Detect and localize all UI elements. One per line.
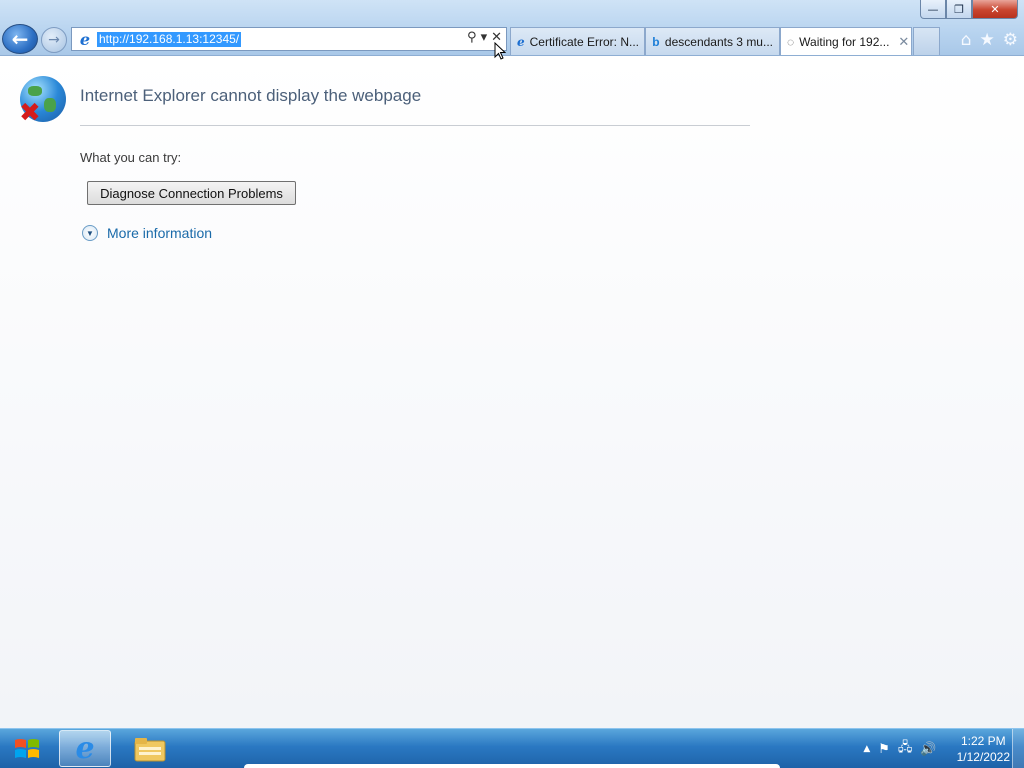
clock[interactable]: 1:22 PM 1/12/2022 xyxy=(957,733,1010,765)
minimize-button[interactable]: — xyxy=(920,0,946,19)
windows-logo-icon xyxy=(15,739,39,758)
url-text[interactable]: http://192.168.1.13:12345/ xyxy=(97,31,242,47)
gear-icon[interactable]: ⚙ xyxy=(1003,30,1018,50)
start-button[interactable] xyxy=(4,731,50,767)
loading-icon: ◌ xyxy=(787,34,795,49)
more-information-link[interactable]: ▼ More information xyxy=(82,225,212,241)
error-x-icon: ✖ xyxy=(19,98,41,128)
taskbar: e ▲ ⚑ 🖧 🔊 1:22 PM 1/12/2022 xyxy=(0,728,1024,768)
divider xyxy=(80,125,750,126)
taskbar-file-explorer[interactable] xyxy=(124,730,176,767)
show-desktop-button[interactable] xyxy=(1012,729,1024,768)
system-tray: ▲ ⚑ 🖧 🔊 1:22 PM 1/12/2022 xyxy=(863,733,1010,765)
ie-icon: e xyxy=(75,731,95,766)
volume-icon[interactable]: 🔊 xyxy=(920,742,936,757)
arrow-left-icon: ← xyxy=(11,27,29,51)
network-icon[interactable]: 🖧 xyxy=(898,738,913,760)
tab-label: Certificate Error: N... xyxy=(529,34,639,49)
restore-button[interactable]: ❐ xyxy=(946,0,972,19)
back-button[interactable]: ← xyxy=(2,24,38,54)
command-icons: ⌂ ★ ⚙ xyxy=(961,30,1018,50)
page-title: Internet Explorer cannot display the web… xyxy=(80,86,422,105)
home-icon[interactable]: ⌂ xyxy=(961,30,972,50)
try-label: What you can try: xyxy=(80,150,182,165)
expand-icon: ▼ xyxy=(82,225,98,241)
ie-icon: e xyxy=(79,29,91,49)
tab-label: Waiting for 192... xyxy=(799,34,890,49)
action-center-flag-icon[interactable]: ⚑ xyxy=(878,742,890,757)
clock-date: 1/12/2022 xyxy=(956,750,1010,764)
address-bar[interactable]: e http://192.168.1.13:12345/ ⚲ ▾ ✕ xyxy=(71,27,507,51)
more-information-label: More information xyxy=(107,225,213,241)
clock-time: 1:22 PM xyxy=(960,734,1006,748)
tab-bing-search[interactable]: b descendants 3 mu... xyxy=(645,27,780,55)
folder-icon xyxy=(134,737,166,761)
ie-icon: e xyxy=(517,34,525,49)
tab-label: descendants 3 mu... xyxy=(664,34,773,49)
tab-waiting[interactable]: ◌ Waiting for 192... ✕ xyxy=(780,27,912,55)
show-hidden-icons-icon[interactable]: ▲ xyxy=(863,744,870,754)
page-content: ✖ Internet Explorer cannot display the w… xyxy=(0,56,1024,728)
forward-button[interactable]: → xyxy=(41,27,67,53)
browser-chrome: — ❐ ✕ ← → e http://192.168.1.13:12345/ ⚲… xyxy=(0,0,1024,56)
star-icon[interactable]: ★ xyxy=(980,30,995,50)
new-tab-button[interactable] xyxy=(913,27,940,55)
search-icon[interactable]: ⚲ xyxy=(467,30,477,45)
tab-close-icon[interactable]: ✕ xyxy=(898,34,909,50)
close-window-button[interactable]: ✕ xyxy=(972,0,1018,19)
arrow-right-icon: → xyxy=(48,32,60,48)
tab-certificate-error[interactable]: e Certificate Error: N... xyxy=(510,27,645,55)
tab-strip: e Certificate Error: N... b descendants … xyxy=(510,27,940,55)
taskbar-internet-explorer[interactable]: e xyxy=(59,730,111,767)
taskbar-preview-edge xyxy=(244,764,780,768)
mouse-cursor-icon xyxy=(494,42,506,60)
window-controls: — ❐ ✕ xyxy=(920,0,1018,19)
bing-icon: b xyxy=(652,34,660,49)
chevron-down-icon[interactable]: ▾ xyxy=(481,30,488,45)
diagnose-button[interactable]: Diagnose Connection Problems xyxy=(87,181,296,205)
